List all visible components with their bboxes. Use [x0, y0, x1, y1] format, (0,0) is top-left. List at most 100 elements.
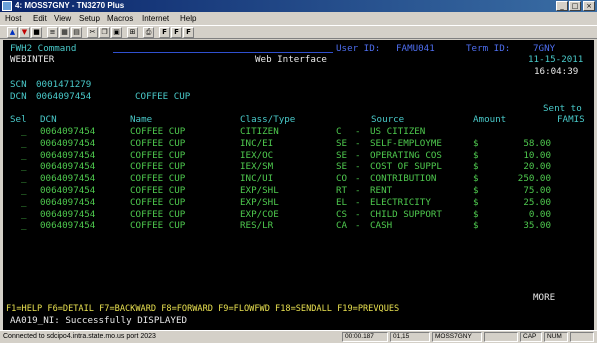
- row-source: OPERATING COS: [370, 149, 442, 161]
- window-title: 4: MOSS7GNY - TN3270 Plus: [15, 1, 125, 10]
- row-currency: $: [473, 161, 479, 173]
- row-currency: $: [473, 208, 479, 220]
- row-select-field[interactable]: _: [21, 209, 27, 221]
- spare-panel: [570, 332, 594, 342]
- row-class-type: IEX/SM: [240, 161, 274, 173]
- paste-icon[interactable]: ▣: [111, 27, 122, 38]
- row-source: RENT: [370, 185, 393, 196]
- row-select-field[interactable]: _: [21, 150, 27, 162]
- font-medium-button[interactable]: F: [171, 27, 182, 38]
- row-class-type: EXP/SHL: [240, 185, 279, 196]
- session-icon[interactable]: ▦: [59, 27, 70, 38]
- row-name: COFFEE CUP: [130, 126, 186, 137]
- row-class-type: RES/LR: [240, 220, 274, 232]
- row-dash: -: [355, 161, 361, 173]
- row-currency: $: [473, 149, 479, 161]
- menu-edit[interactable]: Edit: [33, 12, 47, 25]
- term-id-label: Term ID:: [466, 43, 511, 54]
- row-source-code: RT: [336, 185, 348, 196]
- menu-internet[interactable]: Internet: [142, 12, 169, 25]
- caps-lock-indicator: CAP: [520, 332, 542, 342]
- keypad-icon[interactable]: ⊞: [127, 27, 138, 38]
- row-amount: 75.00: [523, 185, 551, 196]
- empty-panel: [484, 332, 518, 342]
- row-currency: $: [473, 220, 479, 232]
- menu-macros[interactable]: Macros: [107, 12, 133, 25]
- menu-view[interactable]: View: [54, 12, 71, 25]
- cut-icon[interactable]: ✂: [87, 27, 98, 38]
- header-class-type: Class/Type: [240, 114, 296, 125]
- timer-panel: 00:00.187: [342, 332, 388, 342]
- row-dash: -: [355, 149, 361, 161]
- close-button[interactable]: ×: [583, 1, 595, 11]
- dcn-label: DCN: [10, 91, 27, 102]
- row-amount: 250.00: [517, 173, 551, 185]
- font-large-button[interactable]: F: [183, 27, 194, 38]
- toolbar: ▲ ▼ ■ ≡ ▦ ▤ ✂ ❐ ▣ ⊞ ⎙ F F F: [0, 25, 597, 39]
- maximize-button[interactable]: □: [569, 1, 581, 11]
- command-input[interactable]: [113, 52, 333, 53]
- save-icon[interactable]: ■: [31, 27, 42, 38]
- row-class-type: CITIZEN: [240, 126, 279, 137]
- transfer-icon[interactable]: ▤: [71, 27, 82, 38]
- menu-setup[interactable]: Setup: [79, 12, 100, 25]
- row-dcn: 0064097454: [40, 126, 96, 137]
- system-name: WEBINTER: [10, 54, 55, 65]
- receive-down-icon[interactable]: ▼: [19, 27, 30, 38]
- menu-host[interactable]: Host: [5, 12, 21, 25]
- app-icon: [2, 1, 12, 11]
- row-dash: -: [355, 208, 361, 220]
- row-amount: 25.00: [523, 196, 551, 208]
- row-dcn: 0064097454: [40, 185, 96, 196]
- time: 16:04:39: [534, 66, 579, 77]
- printer-icon[interactable]: ⎙: [143, 27, 154, 38]
- row-currency: $: [473, 173, 479, 185]
- row-select-field[interactable]: _: [21, 161, 27, 173]
- row-name: COFFEE CUP: [130, 137, 186, 149]
- header-dcn: DCN: [40, 114, 57, 125]
- row-source: SELF-EMPLOYME: [370, 137, 442, 149]
- row-dcn: 0064097454: [40, 149, 96, 161]
- row-dash: -: [355, 126, 361, 137]
- print-screen-icon[interactable]: ≡: [47, 27, 58, 38]
- scn-label: SCN: [10, 79, 27, 90]
- row-select-field[interactable]: _: [21, 197, 27, 209]
- dcn-value: 0064097454: [36, 91, 92, 102]
- row-name: COFFEE CUP: [130, 196, 186, 208]
- row-name: COFFEE CUP: [130, 220, 186, 232]
- row-amount: 35.00: [523, 220, 551, 232]
- font-small-button[interactable]: F: [159, 27, 170, 38]
- row-select-field[interactable]: _: [21, 220, 27, 232]
- tn3270-window: 4: MOSS7GNY - TN3270 Plus _ □ × Host Edi…: [0, 0, 597, 343]
- row-source: CASH: [370, 220, 393, 232]
- copy-icon[interactable]: ❐: [99, 27, 110, 38]
- row-source: ELECTRICITY: [370, 196, 431, 208]
- terminal-screen[interactable]: FWH2 Command User ID: FAMU041 Term ID: 7…: [3, 40, 594, 330]
- row-select-field[interactable]: _: [21, 185, 27, 197]
- row-currency: $: [473, 185, 479, 196]
- row-select-field[interactable]: _: [21, 126, 27, 138]
- row-source-code: CA: [336, 220, 348, 232]
- status-message: AA019_NI: Successfully DISPLAYED: [10, 315, 188, 326]
- row-source-code: SE: [336, 149, 348, 161]
- row-name: COFFEE CUP: [130, 173, 186, 185]
- row-source-code: SE: [336, 137, 348, 149]
- minimize-button[interactable]: _: [556, 1, 568, 11]
- row-source-code: EL: [336, 196, 348, 208]
- connection-status: Connected to sdcipo4.intra.state.mo.us p…: [3, 333, 156, 340]
- row-dash: -: [355, 137, 361, 149]
- send-up-icon[interactable]: ▲: [7, 27, 18, 38]
- row-source-code: CO: [336, 173, 348, 185]
- host-panel: MOSS7GNY: [432, 332, 482, 342]
- row-amount: 20.00: [523, 161, 551, 173]
- row-class-type: IEX/OC: [240, 149, 274, 161]
- menu-help[interactable]: Help: [180, 12, 196, 25]
- row-class-type: INC/EI: [240, 137, 274, 149]
- row-source: US CITIZEN: [370, 126, 426, 137]
- row-select-field[interactable]: _: [21, 173, 27, 185]
- row-dcn: 0064097454: [40, 173, 96, 185]
- function-keys: F1=HELP F6=DETAIL F7=BACKWARD F8=FORWARD…: [6, 304, 400, 314]
- more-indicator: MORE: [533, 292, 556, 303]
- row-dcn: 0064097454: [40, 137, 96, 149]
- row-select-field[interactable]: _: [21, 138, 27, 150]
